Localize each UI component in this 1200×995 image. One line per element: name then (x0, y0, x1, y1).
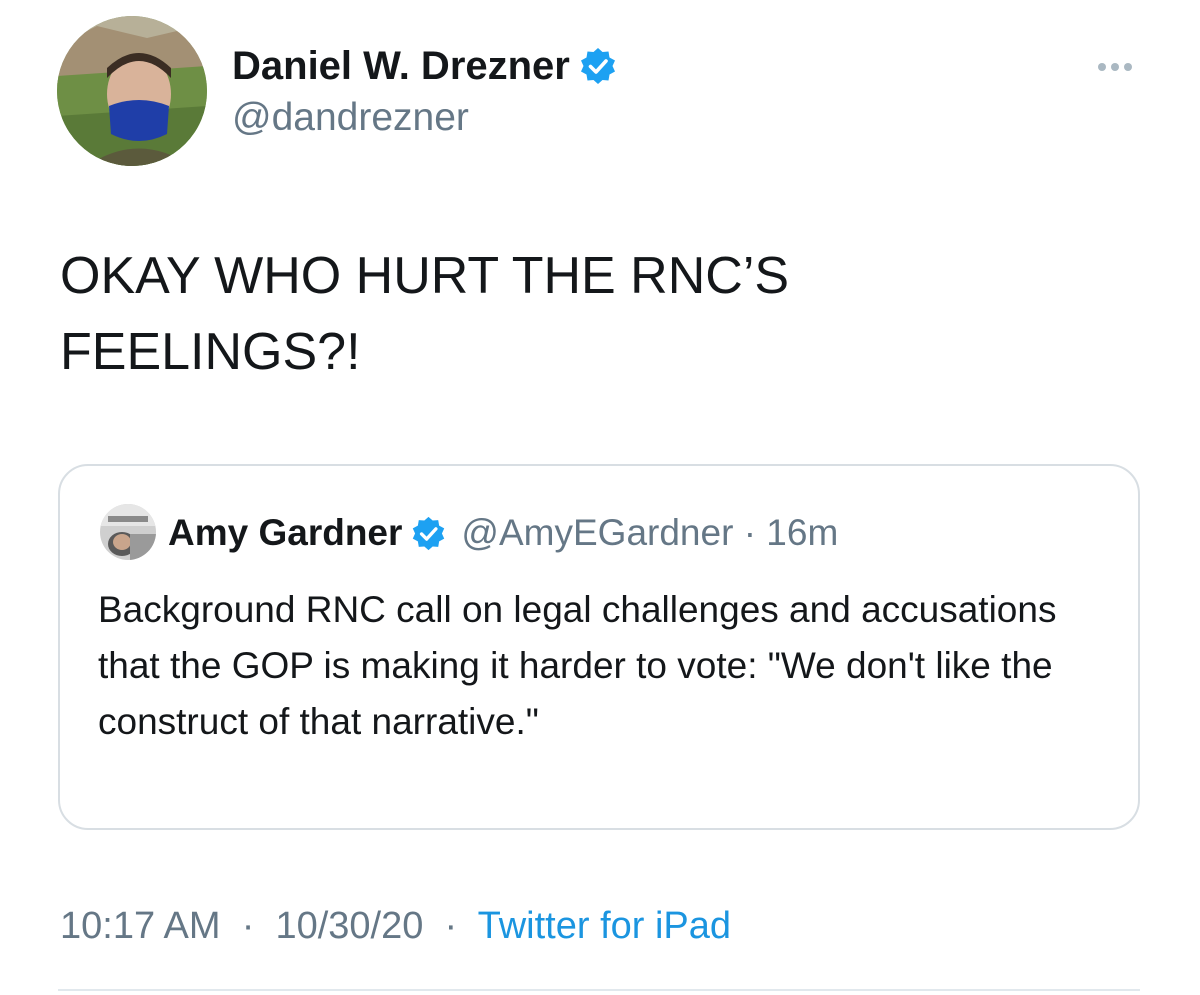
quoted-separator: · (733, 510, 766, 556)
quoted-verified-badge-icon (410, 515, 447, 552)
tweet-text: OKAY WHO HURT THE RNC’S FEELINGS?! (60, 247, 790, 381)
more-dots-icon (1098, 63, 1132, 71)
metadata-separator-dot-2: · (444, 905, 458, 947)
more-options-button[interactable] (1090, 52, 1140, 82)
quoted-tweet-header: Amy Gardner @AmyEGardner · 16m (168, 510, 838, 556)
divider (58, 989, 1140, 991)
quoted-author-handle: @AmyEGardner (461, 512, 734, 553)
quoted-author-name: Amy Gardner (168, 512, 403, 553)
author-handle[interactable]: @dandrezner (232, 94, 469, 142)
quoted-tweet-age: 16m (766, 512, 839, 553)
metadata-separator: · (434, 905, 468, 947)
quoted-tweet-text: Background RNC call on legal challenges … (98, 589, 1057, 742)
metadata-separator-dot-1: · (241, 905, 255, 947)
author-name-row[interactable]: Daniel W. Drezner (232, 40, 618, 92)
avatar-photo (57, 16, 207, 166)
tweet-metadata: 10:17 AM · 10/30/20 · Twitter for iPad (60, 900, 731, 952)
quoted-separator-dot: · (743, 512, 757, 553)
verified-badge-icon (578, 46, 618, 86)
metadata-separator: · (231, 905, 265, 947)
tweet-time[interactable]: 10:17 AM (60, 905, 221, 947)
tweet-source-link[interactable]: Twitter for iPad (478, 905, 731, 947)
quoted-tweet-card[interactable]: Amy Gardner @AmyEGardner · 16m Backgroun… (58, 464, 1140, 830)
author-name[interactable]: Daniel W. Drezner (232, 40, 570, 92)
tweet-date[interactable]: 10/30/20 (275, 905, 423, 947)
author-avatar[interactable] (57, 16, 207, 166)
quoted-author-avatar (100, 504, 156, 560)
